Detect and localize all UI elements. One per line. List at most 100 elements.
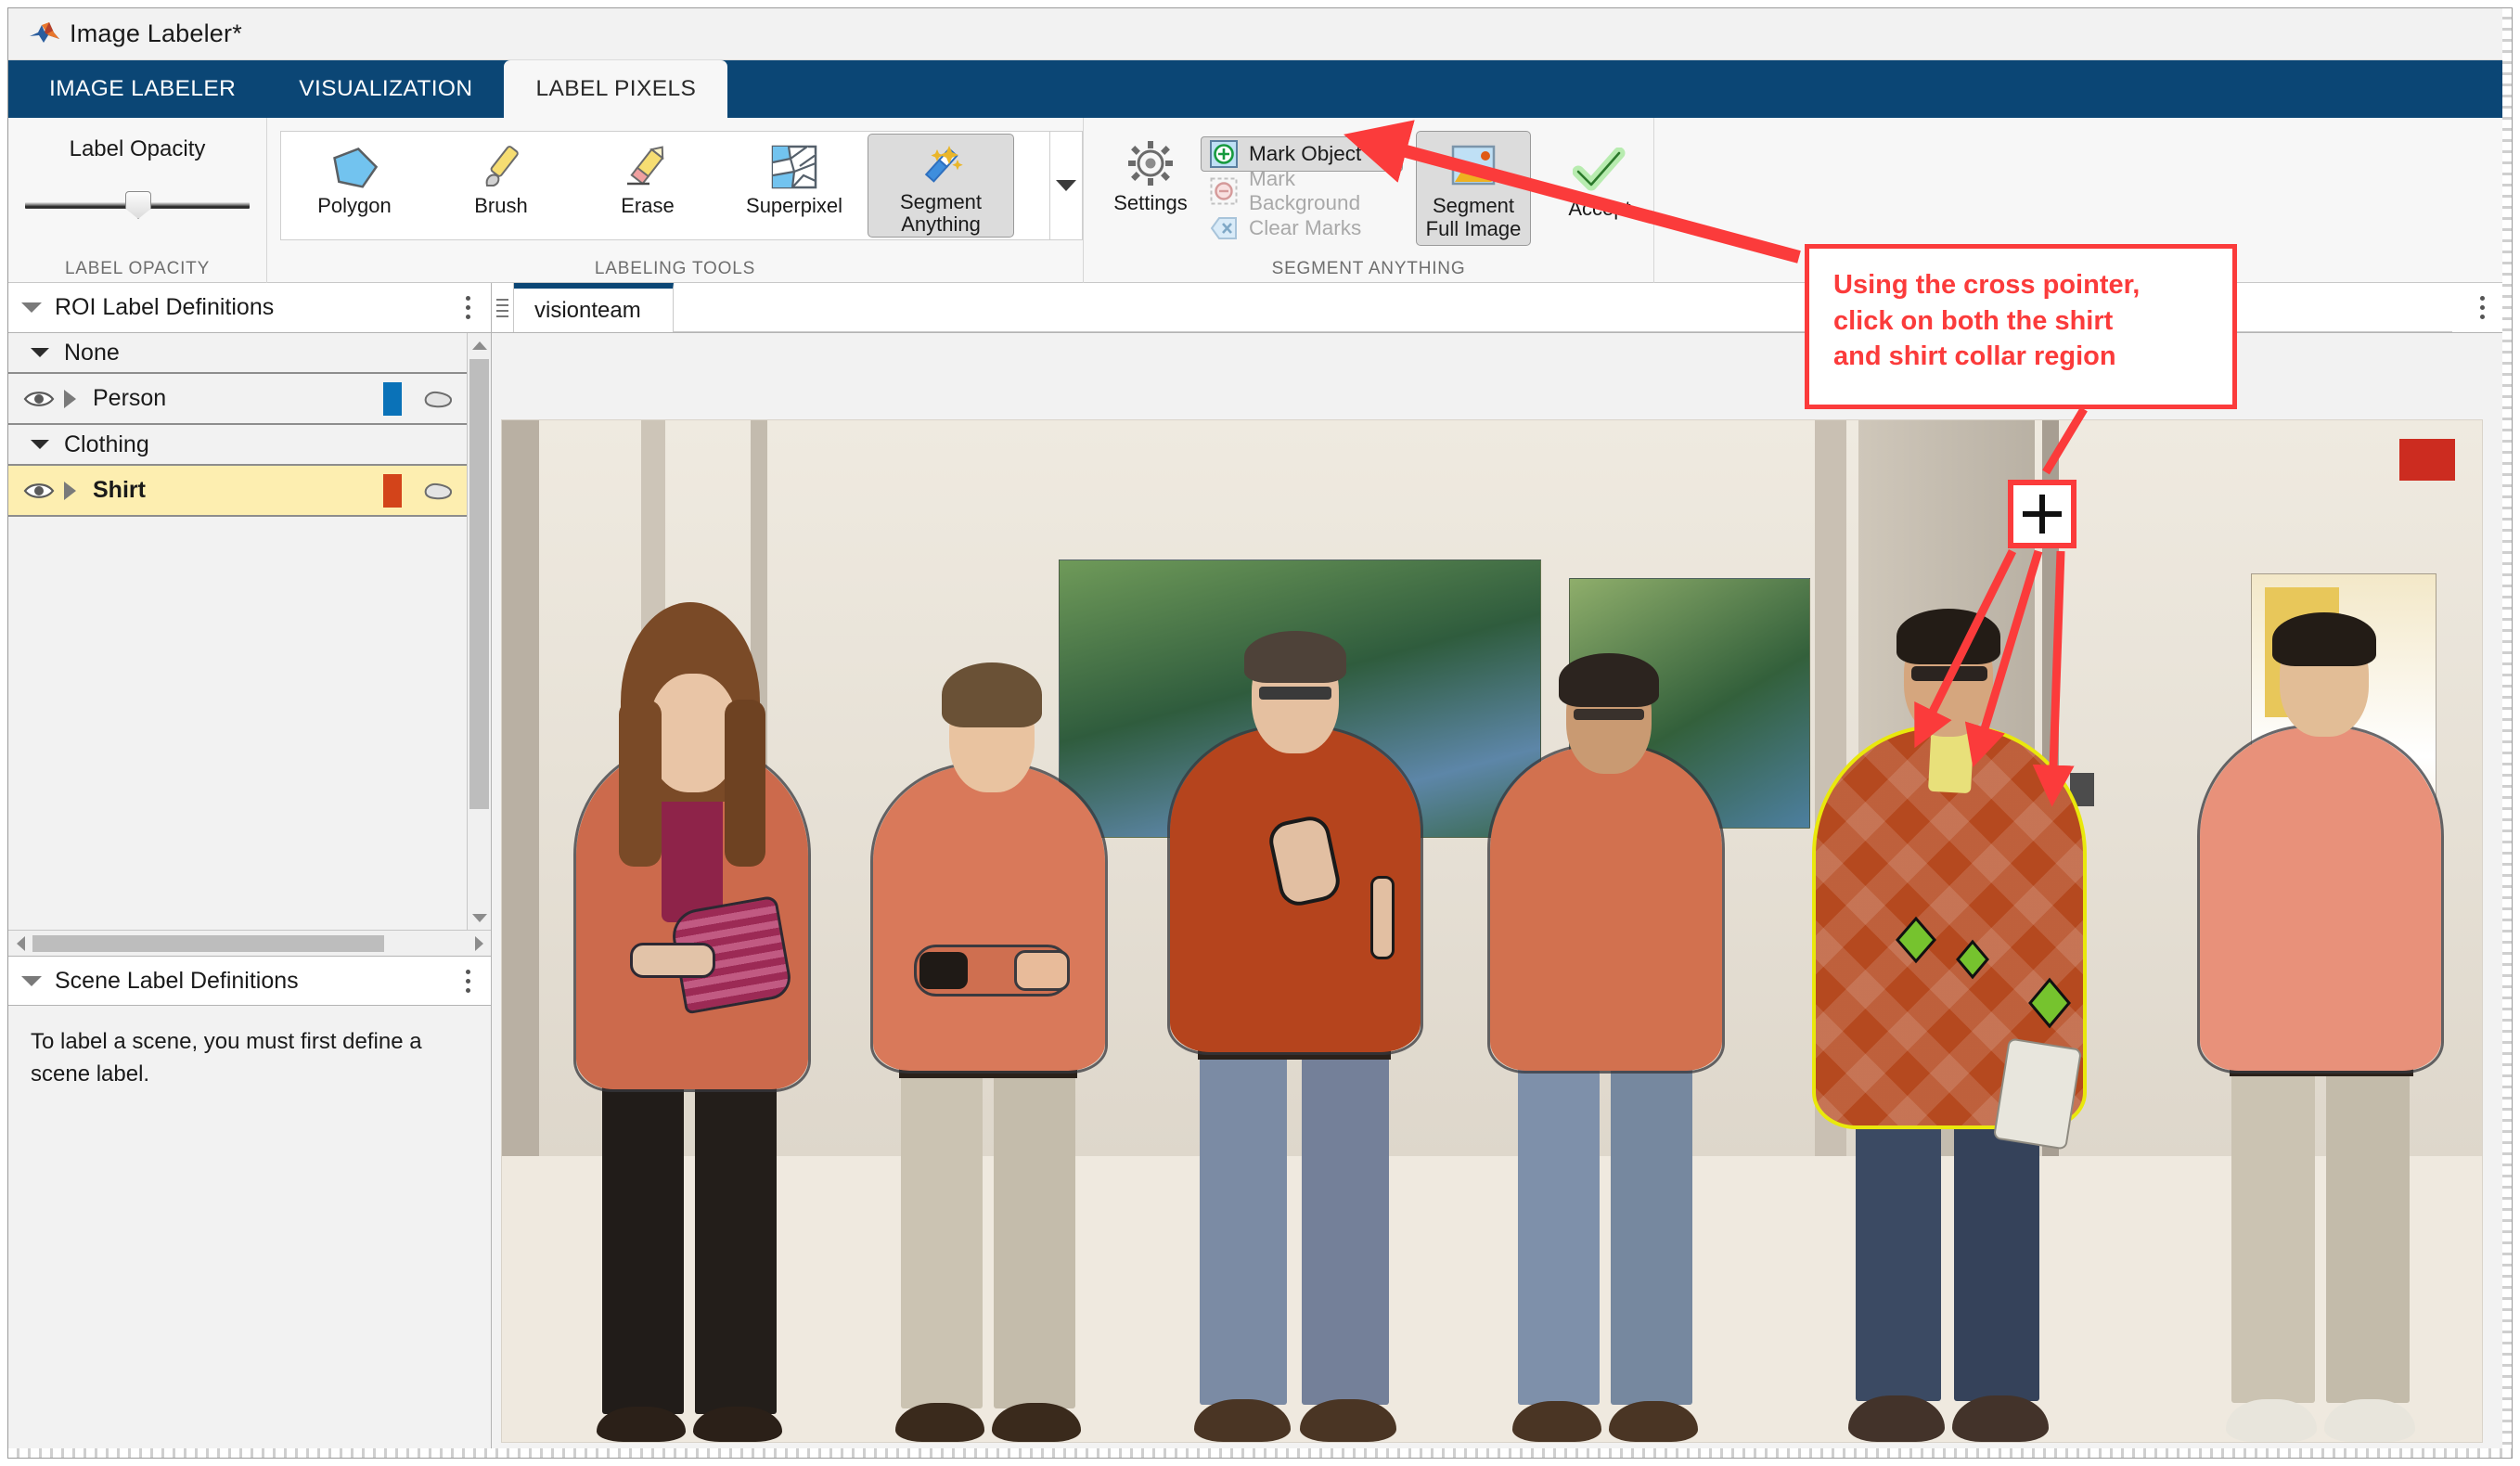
page-edge-right — [2502, 8, 2512, 1458]
tool-erase[interactable]: Erase — [574, 134, 721, 238]
tool-superpixel[interactable]: Superpixel — [721, 134, 868, 238]
clear-x-icon — [1210, 217, 1237, 239]
person-3-glasses-icon — [1259, 687, 1331, 700]
expand-chevron-icon[interactable] — [64, 389, 76, 408]
visibility-eye-icon[interactable] — [23, 481, 55, 501]
gear-icon — [1125, 138, 1176, 190]
person-1-hair-right — [725, 700, 765, 867]
ribbon-section-labeling-tools: Polygon Brush Erase Superpixel Segment A… — [266, 118, 1083, 283]
tool-segment-anything[interactable]: Segment Anything — [868, 134, 1014, 238]
roi-panel-menu-icon[interactable] — [457, 296, 478, 319]
roi-list-horizontal-scrollbar[interactable] — [8, 930, 491, 956]
tool-polygon-label: Polygon — [317, 194, 392, 217]
hscroll-track[interactable] — [32, 933, 467, 954]
fire-alarm-icon — [2399, 439, 2455, 481]
tool-brush[interactable]: Brush — [428, 134, 574, 238]
mark-background-button[interactable]: Mark Background — [1201, 167, 1403, 214]
collapse-chevron-icon[interactable] — [21, 302, 42, 313]
person-2[interactable] — [870, 616, 1108, 1442]
tab-visualization[interactable]: VISUALIZATION — [267, 60, 504, 118]
roi-label-row-person[interactable]: Person — [8, 374, 467, 425]
segment-full-image-button[interactable]: Segment Full Image — [1416, 131, 1531, 246]
scene-panel-menu-icon[interactable] — [457, 969, 478, 993]
roi-group-none[interactable]: None — [8, 333, 467, 374]
roi-label-definitions-header: ROI Label Definitions — [8, 283, 491, 333]
group-chevron-icon[interactable] — [31, 440, 49, 449]
label-opacity-slider[interactable] — [25, 186, 250, 224]
person-4-glasses-icon — [1574, 709, 1644, 720]
person-1-hands — [630, 943, 715, 978]
person-5-glasses-icon — [1911, 666, 1987, 681]
image-canvas[interactable] — [492, 333, 2512, 1458]
matlab-logo-icon — [30, 21, 59, 43]
person-2-watch — [919, 952, 968, 989]
checkmark-icon — [1573, 144, 1626, 196]
tab-grip-handle[interactable] — [492, 283, 514, 332]
person-6[interactable] — [2197, 607, 2444, 1442]
crosshair-cursor-icon — [2023, 495, 2062, 534]
person-3[interactable] — [1167, 598, 1423, 1442]
visibility-eye-icon[interactable] — [23, 389, 55, 409]
document-tab-visionteam[interactable]: visionteam — [514, 283, 674, 332]
tool-brush-label: Brush — [474, 194, 528, 217]
tool-polygon[interactable]: Polygon — [281, 134, 428, 238]
image-labeler-window: Image Labeler* IMAGE LABELER VISUALIZATI… — [7, 7, 2513, 1459]
scene-panel-message: To label a scene, you must first define … — [31, 1029, 422, 1087]
clear-marks-label: Clear Marks — [1249, 216, 1362, 239]
more-tools-caret-icon[interactable] — [1049, 131, 1083, 240]
tool-erase-label: Erase — [621, 194, 675, 217]
scroll-thumb[interactable] — [469, 359, 489, 809]
pixel-label-icon — [424, 391, 453, 407]
mark-buttons-group: Mark Object Mark Background Clear Marks — [1201, 131, 1403, 248]
roi-panel-title: ROI Label Definitions — [55, 294, 275, 320]
scroll-left-icon[interactable] — [8, 935, 32, 951]
eraser-icon — [622, 141, 674, 193]
settings-button[interactable]: Settings — [1100, 131, 1201, 215]
scroll-track[interactable] — [468, 357, 491, 906]
person-4[interactable] — [1487, 625, 1725, 1442]
person-1-hair-left — [619, 700, 662, 867]
labeling-tools-group: Polygon Brush Erase Superpixel Segment A… — [280, 131, 1050, 240]
canvas-column: visionteam — [492, 283, 2512, 1458]
person-2-hand — [1014, 950, 1070, 991]
tool-superpixel-label: Superpixel — [746, 194, 842, 217]
main-area: ROI Label Definitions None Person Clothi… — [8, 283, 2512, 1458]
group-chevron-icon[interactable] — [31, 348, 49, 357]
label-opacity-caption: Label Opacity — [69, 136, 206, 161]
ribbon-section-label-opacity: Label Opacity LABEL OPACITY — [8, 118, 266, 283]
slider-thumb[interactable] — [125, 191, 151, 219]
instruction-callout: Using the cross pointer, click on both t… — [1805, 244, 2237, 409]
section-title-segment-anything: SEGMENT ANYTHING — [1271, 259, 1466, 278]
plus-circle-icon — [1210, 140, 1238, 168]
roi-label-row-shirt[interactable]: Shirt — [8, 466, 467, 517]
clear-marks-button[interactable]: Clear Marks — [1201, 211, 1403, 246]
roi-label-name-person: Person — [93, 385, 167, 411]
accept-label: Accept — [1568, 197, 1631, 220]
scroll-up-icon[interactable] — [468, 333, 491, 357]
superpixel-icon — [770, 141, 818, 193]
labeled-image[interactable] — [501, 419, 2483, 1443]
tab-label-pixels[interactable]: LABEL PIXELS — [504, 60, 728, 118]
window-title: Image Labeler* — [70, 19, 242, 47]
polygon-icon — [329, 141, 379, 193]
roi-group-none-label: None — [64, 339, 120, 366]
ribbon-tab-strip: IMAGE LABELER VISUALIZATION LABEL PIXELS — [8, 60, 2512, 118]
scene-panel-title: Scene Label Definitions — [55, 967, 299, 994]
tool-segment-anything-label: Segment Anything — [899, 189, 983, 237]
roi-label-color-shirt — [383, 473, 402, 508]
mark-background-label: Mark Background — [1249, 167, 1361, 214]
title-bar: Image Labeler* — [8, 8, 2512, 60]
roi-list-vertical-scrollbar[interactable] — [467, 333, 491, 930]
accept-button[interactable]: Accept — [1542, 131, 1657, 246]
person-3-hand — [1370, 876, 1395, 959]
person-5-selected[interactable] — [1812, 588, 2087, 1442]
collapse-chevron-icon[interactable] — [21, 975, 42, 986]
tab-image-labeler[interactable]: IMAGE LABELER — [18, 60, 267, 118]
expand-chevron-icon[interactable] — [64, 481, 76, 500]
hscroll-thumb[interactable] — [32, 934, 385, 952]
ribbon-section-segment-anything: Settings Mark Object Mark Background Cle… — [1083, 118, 1653, 283]
scroll-down-icon[interactable] — [468, 906, 491, 930]
roi-group-clothing[interactable]: Clothing — [8, 425, 467, 466]
person-1[interactable] — [573, 602, 811, 1442]
scroll-right-icon[interactable] — [467, 935, 491, 951]
